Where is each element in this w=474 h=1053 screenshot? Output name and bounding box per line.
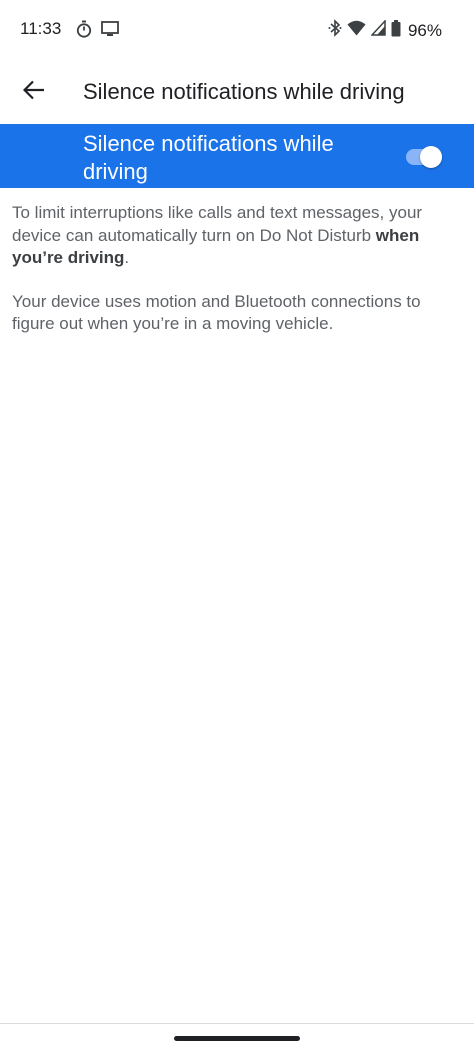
switch-bar-label: Silence notifications while driving xyxy=(83,131,334,184)
status-left-icons xyxy=(76,20,119,43)
signal-icon xyxy=(370,19,386,41)
timer-icon xyxy=(76,20,92,43)
description: To limit interruptions like calls and te… xyxy=(12,202,462,357)
description-period: . xyxy=(124,248,130,267)
cast-icon xyxy=(101,21,119,42)
status-bar: 11:33 96% xyxy=(0,0,474,60)
status-right-icons: 96% xyxy=(328,19,442,42)
description-paragraph-2: Your device uses motion and Bluetooth co… xyxy=(12,291,421,334)
gesture-nav-handle[interactable] xyxy=(174,1036,300,1041)
status-time: 11:33 xyxy=(20,19,62,38)
bluetooth-icon xyxy=(328,19,342,42)
main-switch-bar[interactable]: Silence notifications while driving xyxy=(0,124,474,188)
battery-icon xyxy=(391,19,401,42)
back-button[interactable] xyxy=(12,70,56,114)
wifi-icon xyxy=(347,20,366,41)
description-text-1: To limit interruptions like calls and te… xyxy=(12,203,423,245)
silence-driving-switch[interactable] xyxy=(404,144,444,170)
arrow-back-icon xyxy=(22,79,45,106)
switch-thumb xyxy=(420,146,442,168)
app-bar: Silence notifications while driving xyxy=(0,60,474,124)
nav-divider xyxy=(0,1023,474,1024)
description-paragraph-1: To limit interruptions like calls and te… xyxy=(12,202,462,270)
battery-percent: 96% xyxy=(407,20,442,40)
page-title: Silence notifications while driving xyxy=(83,79,405,104)
